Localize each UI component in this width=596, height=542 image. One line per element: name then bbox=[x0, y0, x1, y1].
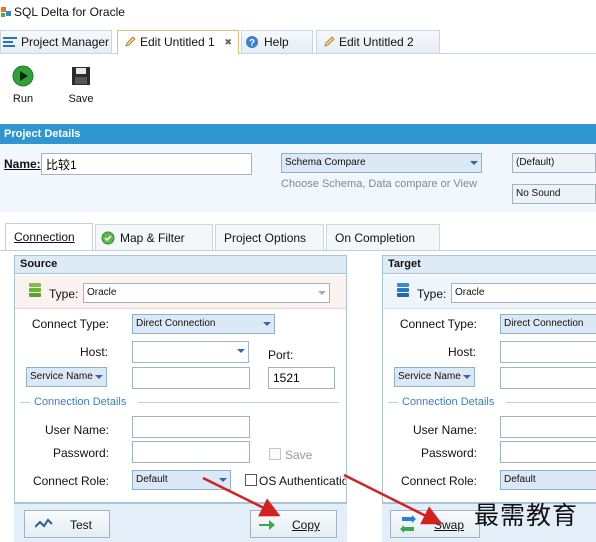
arrow-to-swap bbox=[343, 473, 443, 525]
arrow-to-copy bbox=[202, 476, 281, 517]
annotation-arrows bbox=[202, 473, 443, 525]
watermark-text: 最需教育 bbox=[474, 501, 579, 530]
